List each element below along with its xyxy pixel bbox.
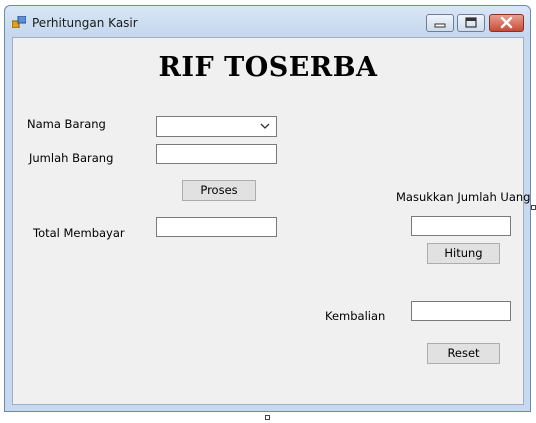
resize-handle-bottom[interactable] <box>265 415 270 420</box>
jumlah-barang-label: Jumlah Barang <box>29 151 114 165</box>
app-form-icon <box>12 16 26 28</box>
nama-barang-combobox[interactable] <box>156 116 277 137</box>
app-window: Perhitungan Kasir RIF TOSERBA Nama Baran… <box>4 5 531 412</box>
form-client-area: RIF TOSERBA Nama Barang Jumlah Barang Pr… <box>12 37 530 405</box>
jumlah-uang-field[interactable] <box>411 216 511 236</box>
masukkan-jumlah-uang-label: Masukkan Jumlah Uang <box>396 190 531 204</box>
reset-button[interactable]: Reset <box>427 343 500 364</box>
hitung-button[interactable]: Hitung <box>427 243 500 264</box>
total-membayar-label: Total Membayar <box>33 226 125 240</box>
minimize-icon <box>434 23 446 28</box>
chevron-down-icon[interactable] <box>259 120 271 132</box>
total-membayar-field[interactable] <box>156 217 277 237</box>
jumlah-barang-field[interactable] <box>156 144 277 164</box>
maximize-icon <box>465 17 477 28</box>
window-title: Perhitungan Kasir <box>32 16 138 30</box>
proses-button[interactable]: Proses <box>182 180 256 201</box>
kembalian-field[interactable] <box>411 301 511 321</box>
resize-handle-right[interactable] <box>531 205 536 210</box>
minimize-button[interactable] <box>426 14 454 32</box>
nama-barang-label: Nama Barang <box>27 117 106 131</box>
store-heading: RIF TOSERBA <box>158 52 378 83</box>
title-bar[interactable]: Perhitungan Kasir <box>5 6 530 37</box>
maximize-button[interactable] <box>457 14 485 32</box>
close-button[interactable] <box>489 14 524 32</box>
close-icon <box>500 16 513 29</box>
kembalian-label: Kembalian <box>325 309 386 323</box>
